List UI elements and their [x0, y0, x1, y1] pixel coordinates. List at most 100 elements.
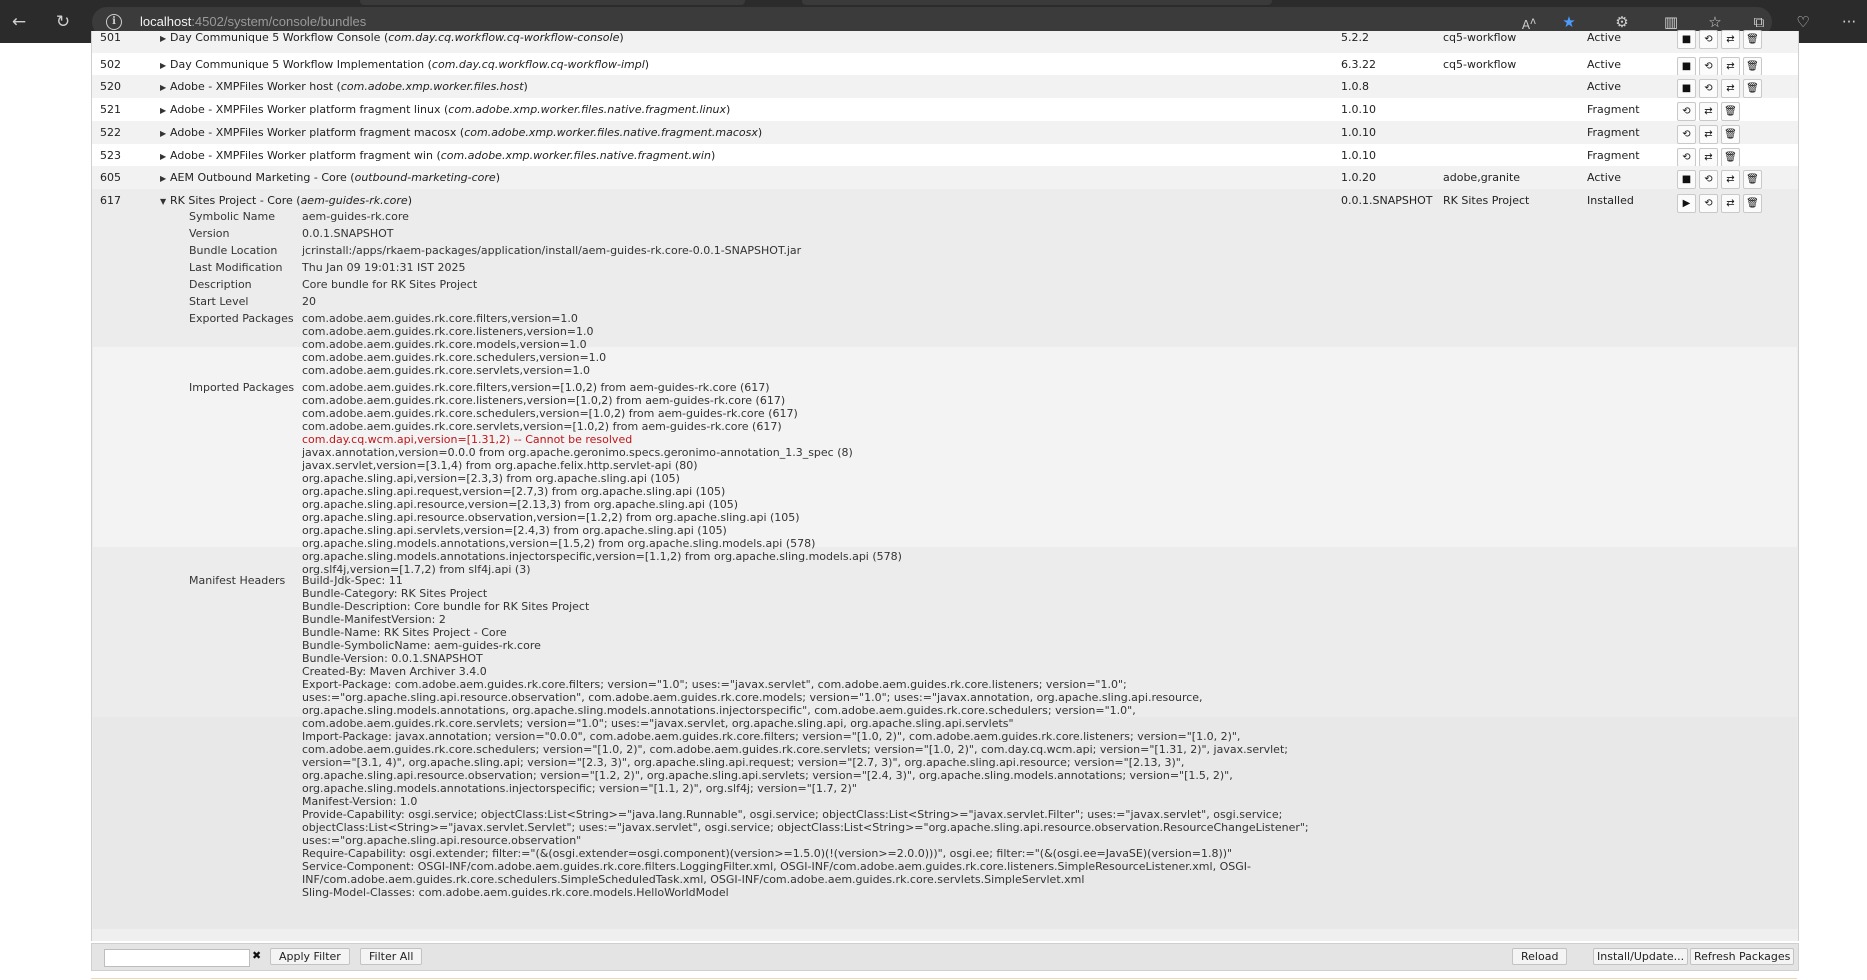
- tab-indicator: [802, 0, 1272, 5]
- reload-icon[interactable]: ↻: [53, 12, 73, 32]
- bundle-name-text: Adobe - XMPFiles Worker host: [170, 80, 334, 93]
- stop-button[interactable]: ■: [1677, 170, 1696, 189]
- uninstall-button[interactable]: 🗑: [1743, 79, 1762, 98]
- table-row[interactable]: 523 ▶ Adobe - XMPFiles Worker platform fr…: [92, 144, 1798, 167]
- stop-button[interactable]: ■: [1677, 57, 1696, 76]
- uninstall-button[interactable]: 🗑: [1743, 194, 1762, 213]
- filter-all-button[interactable]: Filter All: [360, 948, 423, 965]
- refresh-imports-button[interactable]: ⟲: [1699, 79, 1718, 98]
- bundle-status: Fragment: [1587, 103, 1640, 116]
- table-row[interactable]: 522 ▶ Adobe - XMPFiles Worker platform fr…: [92, 121, 1798, 145]
- stop-button[interactable]: ■: [1677, 79, 1696, 98]
- reload-button[interactable]: Reload: [1512, 948, 1568, 965]
- bundle-symbolic-name: com.day.cq.workflow.cq-workflow-console: [388, 31, 620, 44]
- bundle-name-text: Day Communique 5 Workflow Console: [170, 31, 381, 44]
- expand-triangle-icon[interactable]: ▶: [160, 174, 170, 183]
- update-button[interactable]: ⇄: [1721, 170, 1740, 189]
- bundles-page: 501 ▶ Day Communique 5 Workflow Console (…: [0, 30, 1867, 980]
- update-button[interactable]: ⇄: [1721, 30, 1740, 49]
- bundle-name[interactable]: ▶ Day Communique 5 Workflow Console (com.…: [160, 31, 624, 44]
- symbolic-name-value: aem-guides-rk.core: [302, 210, 409, 223]
- bundle-status: Active: [1587, 58, 1622, 71]
- table-row[interactable]: 502 ▶ Day Communique 5 Workflow Implement…: [92, 53, 1798, 76]
- bundle-symbolic-name: com.adobe.xmp.worker.files.native.fragme…: [464, 126, 758, 139]
- bundle-id: 501: [100, 31, 121, 44]
- update-button[interactable]: ⇄: [1721, 79, 1740, 98]
- apply-filter-button[interactable]: Apply Filter: [270, 948, 350, 965]
- row-actions: ■ ⟲ ⇄ 🗑: [1677, 170, 1765, 189]
- site-info-icon[interactable]: i: [106, 14, 122, 30]
- uninstall-button[interactable]: 🗑: [1743, 170, 1762, 189]
- table-row[interactable]: 521 ▶ Adobe - XMPFiles Worker platform fr…: [92, 98, 1798, 122]
- refresh-imports-button[interactable]: ⟲: [1677, 148, 1696, 167]
- back-icon[interactable]: ←: [9, 12, 29, 32]
- update-button[interactable]: ⇄: [1721, 57, 1740, 76]
- bundle-name[interactable]: ▶ Adobe - XMPFiles Worker platform fragme…: [160, 103, 730, 116]
- refresh-imports-button[interactable]: ⟲: [1677, 102, 1696, 121]
- bundle-name[interactable]: ▼ RK Sites Project - Core (aem-guides-rk.…: [160, 194, 412, 207]
- bundle-version: 1.0.10: [1341, 126, 1376, 139]
- table-row-expanded[interactable]: 617 ▼ RK Sites Project - Core (aem-guides…: [92, 189, 1798, 929]
- uninstall-button[interactable]: 🗑: [1721, 148, 1740, 167]
- clear-filter-icon[interactable]: ✖: [252, 949, 261, 962]
- split-screen-icon[interactable]: ▥: [1661, 12, 1681, 32]
- update-button[interactable]: ⇄: [1699, 125, 1718, 144]
- bundle-category: RK Sites Project: [1443, 194, 1530, 207]
- start-button[interactable]: ▶: [1677, 194, 1696, 213]
- bundle-name[interactable]: ▶ Adobe - XMPFiles Worker host (com.adobe…: [160, 80, 528, 93]
- refresh-imports-button[interactable]: ⟲: [1699, 194, 1718, 213]
- bundle-version: 0.0.1.SNAPSHOT: [1341, 194, 1433, 207]
- browser-essentials-icon[interactable]: ♡: [1793, 12, 1813, 32]
- version-label: Version: [189, 227, 230, 240]
- update-button[interactable]: ⇄: [1699, 102, 1718, 121]
- url-text[interactable]: localhost:4502/system/console/bundles: [140, 14, 366, 29]
- bundle-name[interactable]: ▶ Day Communique 5 Workflow Implementatio…: [160, 58, 649, 71]
- table-row[interactable]: 605 ▶ AEM Outbound Marketing - Core (outb…: [92, 166, 1798, 190]
- refresh-imports-button[interactable]: ⟲: [1699, 170, 1718, 189]
- favorites-icon[interactable]: ☆: [1705, 12, 1725, 32]
- expand-triangle-icon[interactable]: ▶: [160, 61, 170, 70]
- collections-icon[interactable]: ⧉: [1749, 12, 1769, 32]
- expand-triangle-icon[interactable]: ▶: [160, 83, 170, 92]
- manifest-headers-label: Manifest Headers: [189, 574, 286, 587]
- extensions-icon[interactable]: ⚙: [1612, 12, 1632, 32]
- refresh-imports-button[interactable]: ⟲: [1699, 57, 1718, 76]
- bundle-name-text: Adobe - XMPFiles Worker platform fragmen…: [170, 103, 441, 116]
- refresh-imports-button[interactable]: ⟲: [1677, 125, 1696, 144]
- bundle-category: cq5-workflow: [1443, 58, 1517, 71]
- manifest-headers-value: Build-Jdk-Spec: 11 Bundle-Category: RK S…: [302, 574, 1309, 899]
- expand-triangle-icon[interactable]: ▶: [160, 106, 170, 115]
- uninstall-button[interactable]: 🗑: [1743, 57, 1762, 76]
- install-update-button[interactable]: Install/Update...: [1593, 948, 1689, 965]
- bundle-status: Active: [1587, 171, 1622, 184]
- expand-triangle-icon[interactable]: ▶: [160, 129, 170, 138]
- uninstall-button[interactable]: 🗑: [1721, 125, 1740, 144]
- collapse-triangle-icon[interactable]: ▼: [160, 197, 170, 206]
- imported-packages-resolved: com.adobe.aem.guides.rk.core.filters,ver…: [302, 381, 798, 433]
- filter-input[interactable]: [104, 949, 250, 967]
- uninstall-button[interactable]: 🗑: [1721, 102, 1740, 121]
- refresh-packages-button[interactable]: Refresh Packages: [1690, 948, 1795, 965]
- update-button[interactable]: ⇄: [1699, 148, 1718, 167]
- update-button[interactable]: ⇄: [1721, 194, 1740, 213]
- expand-triangle-icon[interactable]: ▶: [160, 152, 170, 161]
- more-menu-icon[interactable]: ···: [1839, 12, 1859, 32]
- bundle-name[interactable]: ▶ AEM Outbound Marketing - Core (outbound…: [160, 171, 500, 184]
- table-row[interactable]: 501 ▶ Day Communique 5 Workflow Console (…: [92, 30, 1798, 54]
- bundle-name[interactable]: ▶ Adobe - XMPFiles Worker platform fragme…: [160, 149, 715, 162]
- expand-triangle-icon[interactable]: ▶: [160, 34, 170, 43]
- bundle-location-label: Bundle Location: [189, 244, 278, 257]
- uninstall-button[interactable]: 🗑: [1743, 30, 1762, 49]
- stop-button[interactable]: ■: [1677, 30, 1696, 49]
- favorite-star-icon[interactable]: ★: [1559, 12, 1579, 32]
- bundle-status: Active: [1587, 80, 1622, 93]
- bundle-name-text: Adobe - XMPFiles Worker platform fragmen…: [170, 149, 433, 162]
- bundle-symbolic-name: outbound-marketing-core: [354, 171, 496, 184]
- bundle-name[interactable]: ▶ Adobe - XMPFiles Worker platform fragme…: [160, 126, 762, 139]
- table-row[interactable]: 520 ▶ Adobe - XMPFiles Worker host (com.a…: [92, 75, 1798, 99]
- read-aloud-icon[interactable]: Aʌ: [1519, 12, 1539, 32]
- version-value: 0.0.1.SNAPSHOT: [302, 227, 394, 240]
- refresh-imports-button[interactable]: ⟲: [1699, 30, 1718, 49]
- start-level-label: Start Level: [189, 295, 249, 308]
- bundle-category: cq5-workflow: [1443, 31, 1517, 44]
